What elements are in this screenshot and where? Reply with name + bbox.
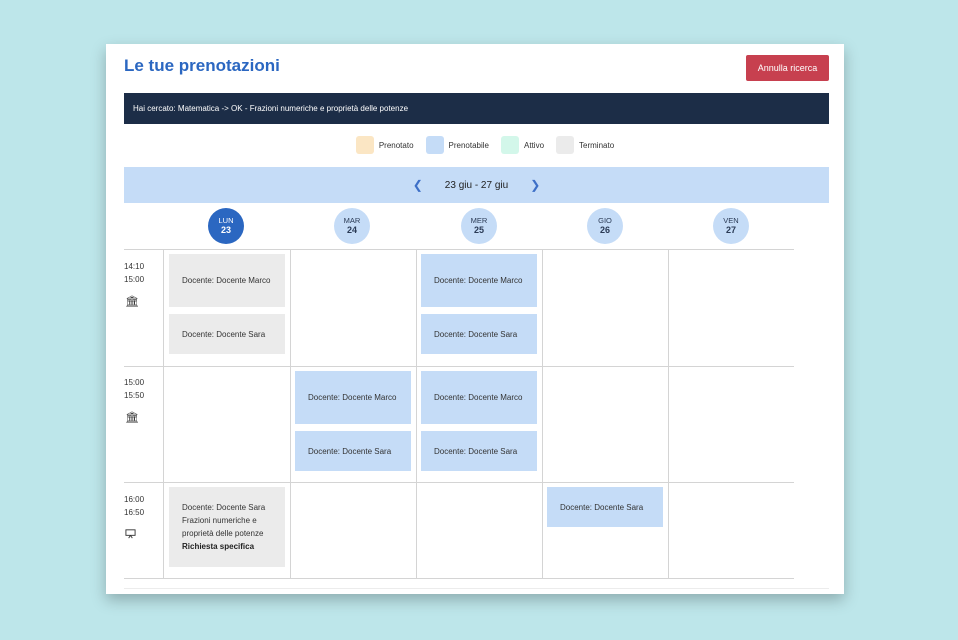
day-number: 27 (725, 224, 736, 235)
page-title: Le tue prenotazioni (124, 56, 280, 75)
day-number: 26 (599, 224, 610, 235)
day-number: 24 (346, 224, 357, 235)
day-name: MER (470, 216, 488, 226)
legend-swatch (556, 136, 575, 154)
grid-divider (124, 578, 794, 579)
search-summary-bar: Hai cercato: Matematica -> OK - Frazioni… (124, 93, 829, 124)
day-name: VEN (723, 216, 739, 226)
legend-item-prenotabile: Prenotabile (425, 136, 490, 154)
slot-teacher: Docente: Docente Sara (560, 502, 644, 512)
slot-gio-1600-sara[interactable]: Docente: Docente Sara (547, 487, 663, 527)
day-name: LUN (218, 216, 234, 226)
legend-label: Prenotabile (448, 140, 490, 150)
status-legend: Prenotato Prenotabile Attivo Terminato (106, 135, 844, 155)
time-start: 16:00 (124, 495, 145, 504)
slot-mar-1500-marco[interactable]: Docente: Docente Marco (295, 371, 411, 424)
legend-label: Prenotato (378, 140, 414, 150)
time-slot-1: 14:10 15:00 (124, 260, 144, 286)
legend-swatch (425, 136, 444, 154)
day-header-mar[interactable]: MAR 24 (334, 208, 370, 244)
slot-lun-1600-sara[interactable]: Docente: Docente Sara Frazioni numeriche… (169, 487, 285, 567)
slot-teacher: Docente: Docente Sara (434, 329, 518, 339)
time-slot-3: 16:00 16:50 (124, 493, 144, 519)
day-name: GIO (598, 216, 612, 226)
time-end: 15:00 (124, 275, 145, 284)
slot-mer-1500-marco[interactable]: Docente: Docente Marco (421, 371, 537, 424)
slot-lun-1410-sara[interactable]: Docente: Docente Sara (169, 314, 285, 354)
time-start: 14:10 (124, 262, 145, 271)
chevron-left-icon[interactable]: ❮ (409, 178, 427, 192)
legend-label: Terminato (579, 140, 615, 150)
grid-divider (542, 249, 543, 579)
slot-mar-1500-sara[interactable]: Docente: Docente Sara (295, 431, 411, 471)
legend-swatch (501, 136, 520, 154)
time-end: 16:50 (124, 508, 145, 517)
presentation-icon-svg (125, 529, 136, 539)
grid-divider (416, 249, 417, 579)
day-number: 25 (473, 224, 484, 235)
legend-item-attivo: Attivo (501, 136, 544, 154)
cancel-search-button[interactable]: Annulla ricerca (746, 55, 829, 81)
slot-teacher: Docente: Docente Sara (434, 446, 518, 456)
grid-divider (290, 249, 291, 579)
building-icon: 🏛 (125, 412, 139, 424)
presentation-icon (125, 528, 136, 542)
slot-request-type: Richiesta specifica (182, 542, 255, 551)
legend-item-terminato: Terminato (556, 136, 614, 154)
grid-divider (124, 482, 794, 483)
time-slot-2: 15:00 15:50 (124, 376, 144, 402)
slot-mer-1500-sara[interactable]: Docente: Docente Sara (421, 431, 537, 471)
slot-mer-1410-sara[interactable]: Docente: Docente Sara (421, 314, 537, 354)
legend-label: Attivo (524, 140, 545, 150)
week-range: 23 giu - 27 giu (444, 179, 509, 191)
day-number: 23 (220, 224, 231, 235)
grid-divider (668, 249, 669, 579)
time-end: 15:50 (124, 391, 145, 400)
time-start: 15:00 (124, 378, 145, 387)
slot-mer-1410-marco[interactable]: Docente: Docente Marco (421, 254, 537, 307)
chevron-right-icon[interactable]: ❯ (526, 178, 544, 192)
slot-teacher: Docente: Docente Sara (182, 503, 266, 512)
day-name: MAR (343, 216, 361, 226)
day-header-gio[interactable]: GIO 26 (587, 208, 623, 244)
slot-teacher: Docente: Docente Marco (434, 393, 523, 402)
slot-teacher: Docente: Docente Marco (308, 393, 397, 402)
slot-topic: Frazioni numeriche e proprietà delle pot… (182, 516, 264, 538)
building-icon: 🏛 (125, 296, 139, 308)
bookings-card: Le tue prenotazioni Annulla ricerca Hai … (106, 44, 844, 594)
grid-divider (163, 249, 164, 579)
grid-divider (124, 588, 829, 589)
slot-lun-1410-marco[interactable]: Docente: Docente Marco (169, 254, 285, 307)
grid-divider (124, 249, 794, 250)
week-navigator: ❮ 23 giu - 27 giu ❯ (124, 167, 829, 203)
slot-teacher: Docente: Docente Sara (308, 446, 392, 456)
day-header-ven[interactable]: VEN 27 (713, 208, 749, 244)
slot-teacher: Docente: Docente Marco (434, 276, 523, 285)
day-header-mer[interactable]: MER 25 (461, 208, 497, 244)
day-header-lun[interactable]: LUN 23 (208, 208, 244, 244)
slot-teacher: Docente: Docente Marco (182, 276, 271, 285)
grid-divider (124, 366, 794, 367)
slot-teacher: Docente: Docente Sara (182, 329, 266, 339)
legend-swatch (355, 136, 374, 154)
search-summary-text: Hai cercato: Matematica -> OK - Frazioni… (133, 104, 409, 113)
legend-item-prenotato: Prenotato (355, 136, 414, 154)
